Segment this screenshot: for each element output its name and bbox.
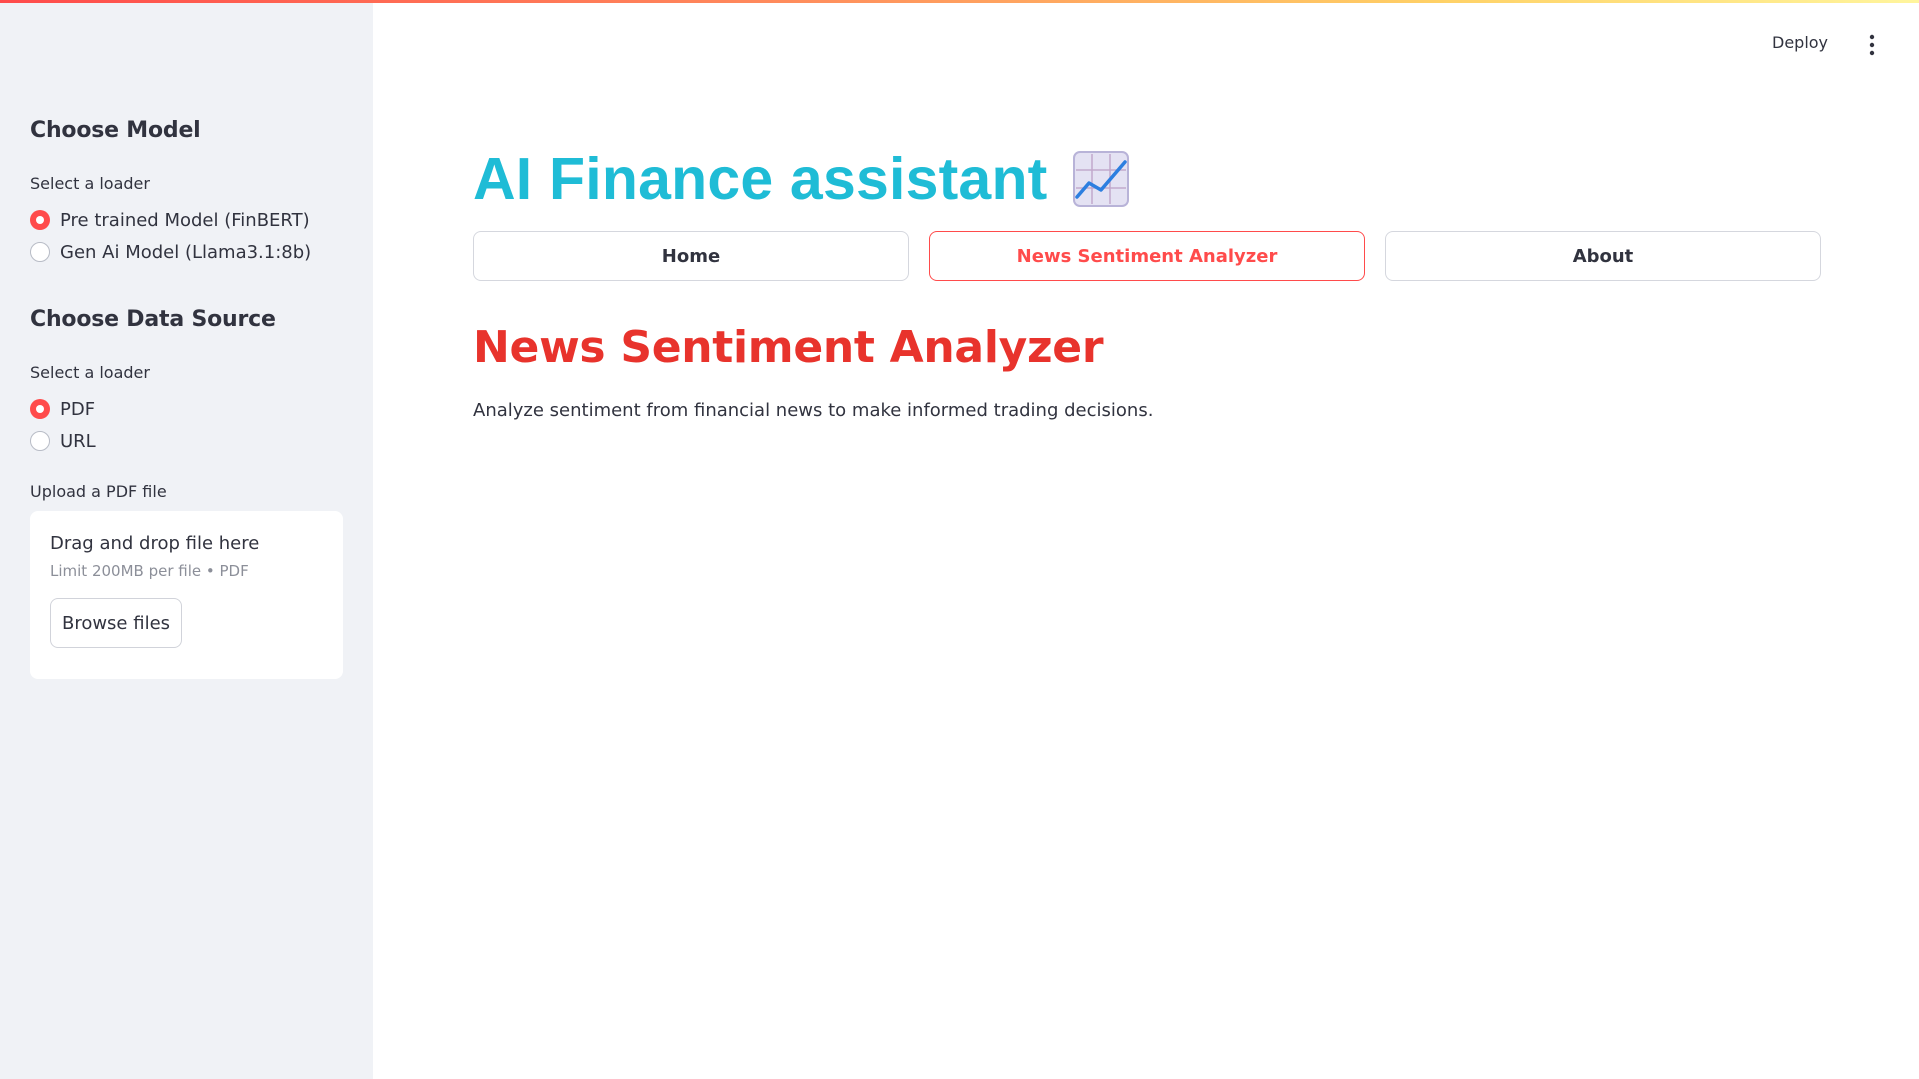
- deploy-button[interactable]: Deploy: [1772, 33, 1828, 52]
- dropzone-limit-text: Limit 200MB per file • PDF: [50, 562, 249, 580]
- tab-home[interactable]: Home: [473, 231, 909, 281]
- kebab-menu-icon[interactable]: [1865, 33, 1879, 57]
- dropzone-title: Drag and drop file here: [50, 533, 260, 554]
- section-description: Analyze sentiment from financial news to…: [473, 400, 1154, 421]
- radio-label: Gen Ai Model (Llama3.1:8b): [60, 241, 312, 263]
- tab-about[interactable]: About: [1385, 231, 1821, 281]
- choose-data-source-heading: Choose Data Source: [30, 307, 276, 332]
- section-heading: News Sentiment Analyzer: [473, 322, 1104, 373]
- chart-increasing-icon: [1072, 151, 1129, 207]
- choose-model-heading: Choose Model: [30, 118, 201, 143]
- radio-label: URL: [60, 430, 96, 452]
- app-title-row: AI Finance assistant: [473, 145, 1130, 213]
- radio-option-pdf[interactable]: PDF: [30, 393, 95, 425]
- radio-option-finbert[interactable]: Pre trained Model (FinBERT): [30, 204, 310, 236]
- radio-option-url[interactable]: URL: [30, 425, 96, 457]
- radio-unchecked-icon[interactable]: [30, 431, 50, 451]
- radio-label: PDF: [60, 398, 96, 420]
- top-accent-bar: [0, 0, 1919, 3]
- app-title: AI Finance assistant: [473, 146, 1048, 212]
- model-loader-label: Select a loader: [30, 174, 150, 193]
- radio-checked-icon[interactable]: [30, 399, 50, 419]
- file-dropzone[interactable]: Drag and drop file here Limit 200MB per …: [30, 511, 343, 679]
- tab-news-sentiment-analyzer[interactable]: News Sentiment Analyzer: [929, 231, 1365, 281]
- sidebar: Choose Model Select a loader Pre trained…: [0, 0, 373, 1079]
- radio-option-llama[interactable]: Gen Ai Model (Llama3.1:8b): [30, 236, 311, 268]
- source-loader-label: Select a loader: [30, 363, 150, 382]
- browse-files-button[interactable]: Browse files: [50, 598, 182, 648]
- radio-unchecked-icon[interactable]: [30, 242, 50, 262]
- radio-checked-icon[interactable]: [30, 210, 50, 230]
- upload-pdf-label: Upload a PDF file: [30, 482, 167, 501]
- radio-label: Pre trained Model (FinBERT): [60, 209, 310, 231]
